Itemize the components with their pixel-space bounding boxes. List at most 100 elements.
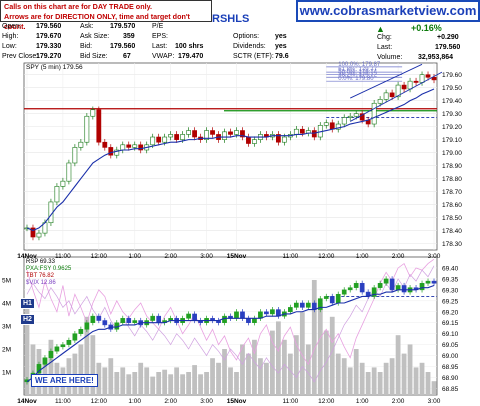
volume-bar [174,367,180,395]
lower-candle [90,315,96,323]
lower-candle [156,315,162,323]
main-x-tick-label: 3:00 [428,253,441,260]
volume-bar [395,335,401,395]
lower-y-tick-label: 68.95 [442,364,459,371]
we-are-here-callout: WE ARE HERE! [31,374,98,387]
volume-bar [216,362,221,395]
main-candle [389,92,395,98]
main-x-tick-label: 15Nov [227,253,247,260]
lower-candle [60,344,66,348]
main-candle [168,134,174,138]
volume-bar [132,372,138,395]
lower-candle [425,280,431,284]
main-candle [90,109,96,117]
main-candle [72,147,78,164]
main-x-tick-label: 2:00 [392,253,405,260]
volume-bar [264,362,269,395]
volume-bar [347,367,353,395]
main-candle [353,113,359,117]
main-y-tick-label: 178.30 [442,241,462,248]
main-candle [371,102,377,125]
lower-candle [395,285,401,291]
main-y-tick-label: 179.30 [442,111,462,118]
lower-candle [72,333,78,341]
volume-bar [210,358,215,395]
lower-candle [120,318,126,323]
main-candle [413,80,419,83]
volume-bar [234,372,239,395]
lower-y-tick-label: 69.25 [442,298,459,305]
lower-candle [419,283,425,291]
volume-bar [168,374,174,395]
main-y-tick-label: 178.60 [442,202,462,209]
lower-x-tick-label: 1:00 [128,398,141,405]
volume-bar [120,367,126,395]
main-candle [132,144,138,148]
volume-bar [102,367,108,395]
main-plot-area [23,62,438,251]
main-candle [66,162,72,182]
main-y-tick-label: 178.90 [442,163,462,170]
lower-candle [288,307,293,313]
lower-candle [401,285,407,293]
lower-candle [389,278,395,291]
main-y-tick-label: 179.00 [442,150,462,157]
lower-candle [293,302,299,308]
lower-candle [323,296,329,299]
main-candle [293,128,299,135]
main-candle [78,141,84,148]
lower-x-tick-label: 2:00 [164,398,177,405]
main-candle [162,136,168,143]
main-legend-label: SPY (5 min) 179.56 [26,64,83,71]
volume-tick-label: 5M [2,278,11,285]
main-candle [192,130,197,138]
lower-y-tick-label: 69.35 [442,276,459,283]
volume-bar [246,353,251,395]
main-candle [228,131,233,135]
volume-bar [270,330,275,395]
main-candle [96,109,102,143]
volume-bar [144,367,150,395]
lower-y-tick-label: 68.90 [442,375,459,382]
lower-candle [347,287,353,291]
main-x-tick-label: 11:00 [55,253,71,260]
lower-candle [299,302,305,308]
lower-candle [150,315,156,321]
main-candle [150,136,156,146]
main-y-tick-label: 179.20 [442,124,462,131]
main-candle [246,136,251,144]
volume-bar [353,349,359,395]
main-candle [174,134,180,140]
volume-bar [299,312,305,395]
main-y-tick-label: 178.80 [442,176,462,183]
main-candle [84,115,90,143]
chart-window: { "notice": { "line1": "Calls on this ch… [0,0,480,406]
lower-y-tick-label: 69.40 [442,265,459,272]
h2-badge: H2 [20,314,35,325]
main-candle [281,136,287,143]
price-chart: 179.60 179.50 179.40 179.30 179.20 179.10 179.… [2,62,462,405]
main-y-tick-label: 178.70 [442,189,462,196]
lower-x-tick-label: 12:00 [91,398,108,405]
main-x-tick-label: 3:00 [200,253,213,260]
volume-tick-label: 3M [2,324,11,331]
lower-candle [84,322,90,330]
main-candle [329,122,335,130]
lower-candle [246,318,251,323]
main-candle [126,144,132,148]
volume-bar [419,362,425,395]
lower-y-tick-label: 69.00 [442,353,459,360]
lower-candle [431,280,437,284]
volume-bar [413,367,419,395]
lower-y-tick-label: 69.05 [442,342,459,349]
lower-candle [192,313,197,321]
main-candle [311,130,317,138]
lower-candle [377,283,383,288]
lower-candle [359,283,365,293]
lower-y-tick-label: 69.20 [442,309,459,316]
lower-candle [252,318,257,323]
lower-candle [264,311,269,315]
main-candle [210,130,215,135]
main-candle [180,134,186,140]
lower-x-tick-label: 11:00 [55,398,71,405]
